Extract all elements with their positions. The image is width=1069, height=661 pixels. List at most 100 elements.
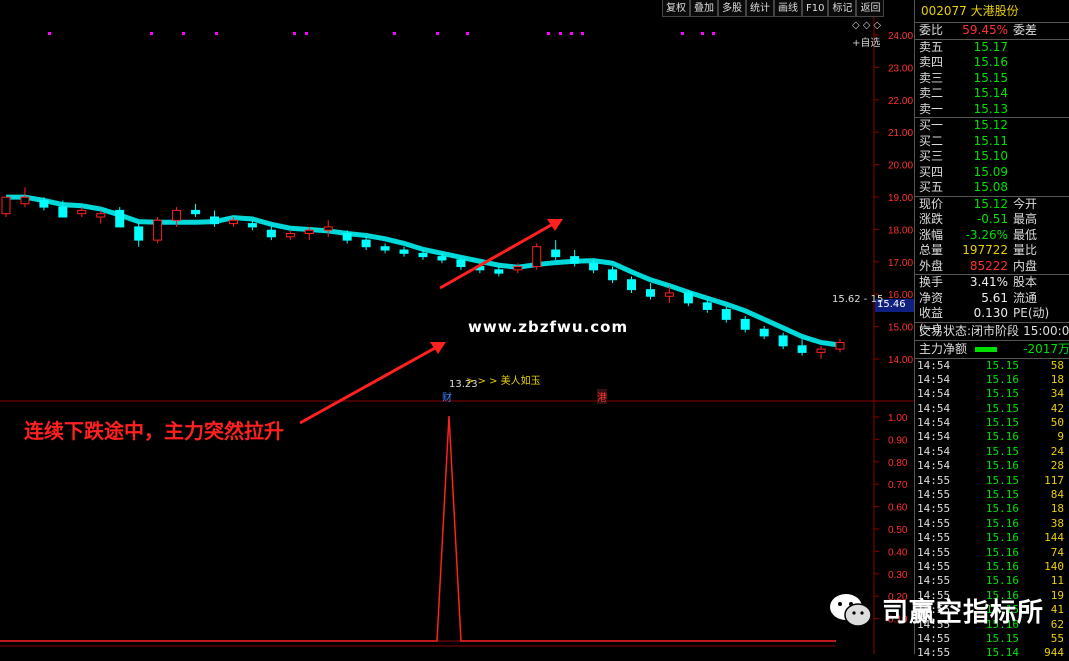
stats-button[interactable]: 统计 <box>746 0 774 17</box>
kline-chart-area[interactable]: 24.00 23.00 22.00 21.00 20.00 19.00 18.00 17.00… <box>0 0 914 654</box>
tick-time: 14:54 <box>917 430 951 444</box>
down-candle <box>551 249 561 258</box>
signal-dot <box>393 32 396 35</box>
down-candle <box>380 246 390 251</box>
f10-button[interactable]: F10 <box>802 0 829 17</box>
price-tick-label: 17.00 <box>888 258 913 269</box>
down-candle <box>58 206 68 218</box>
row-value: -0.51 <box>976 212 1008 226</box>
tick-row: 14:54 15.16 28 <box>915 459 1069 473</box>
multi-stock-button[interactable]: 多股 <box>718 0 746 17</box>
quote-row: 外盘 85222 内盘 <box>915 259 1069 275</box>
weibi-label: 委比 <box>919 23 944 37</box>
tick-volume: 9 <box>1057 430 1064 444</box>
ask-row: 卖二 15.14 <box>915 86 1069 102</box>
tick-volume: 28 <box>1050 459 1064 473</box>
down-candle <box>608 269 618 281</box>
current-price-label: 15.46 <box>877 299 906 310</box>
back-button[interactable]: 返回 <box>856 0 885 17</box>
net-flow-label: 主力净额 <box>919 341 968 356</box>
quote-row: 涨幅 -3.26% 最低 <box>915 228 1069 244</box>
up-candle <box>228 219 238 225</box>
quote-panel: 002077 大港股份 委比 59.45% 委差 卖五 15.17 卖四 15.16 卖… <box>914 0 1069 659</box>
indicator-tick-label: 0.50 <box>888 525 908 536</box>
tick-volume: 74 <box>1050 545 1064 559</box>
down-candle <box>361 239 371 248</box>
quote-row: 涨跌 -0.51 最高 <box>915 212 1069 228</box>
trade-status-time: 15:00:0 <box>1023 323 1069 338</box>
mark-button[interactable]: 标记 <box>828 0 857 17</box>
kline-chart[interactable]: 24.00 23.00 22.00 21.00 20.00 19.00 18.00 17.00… <box>0 0 914 654</box>
signal-dots <box>48 32 715 35</box>
tick-price: 15.16 <box>985 502 1019 516</box>
tick-row: 14:55 15.16 144 <box>915 531 1069 545</box>
row-label-2: PE(动) <box>1013 306 1050 320</box>
row-label: 换手 <box>919 275 944 289</box>
tick-row: 14:55 15.15 55 <box>915 632 1069 646</box>
tick-time: 14:55 <box>917 545 951 559</box>
down-candle <box>418 252 428 258</box>
row-label-2: 今开 <box>1013 196 1038 211</box>
row-label: 收益(一) <box>919 306 944 336</box>
row-value: 15.17 <box>973 39 1008 54</box>
watermark-text: 司赢空指标所 <box>882 597 1045 628</box>
row-label-2: 量比 <box>1013 243 1038 257</box>
ask-row: 卖五 15.17 <box>915 40 1069 56</box>
signal-dot <box>436 32 439 35</box>
down-candle <box>115 209 125 228</box>
wechat-icon <box>830 594 872 627</box>
down-candle <box>797 345 807 353</box>
down-candle <box>39 199 49 208</box>
diamond-icon[interactable]: ◇ <box>863 20 871 31</box>
row-value: 85222 <box>969 258 1008 273</box>
down-candle <box>740 318 750 330</box>
row-label: 买四 <box>919 164 944 179</box>
row-value: 15.16 <box>973 55 1008 69</box>
tick-price: 15.16 <box>985 559 1019 573</box>
price-tick-label: 19.00 <box>888 193 913 204</box>
tick-row: 14:55 15.16 140 <box>915 560 1069 574</box>
row-label: 涨幅 <box>919 227 944 242</box>
add-watchlist-button[interactable]: +自选 <box>852 34 880 49</box>
cai-marker: 财 <box>442 393 452 404</box>
annotation-arrow-1 <box>299 346 436 425</box>
diamond-icon[interactable]: ◇ <box>852 20 860 31</box>
diamond-icon[interactable]: ◇ <box>873 20 881 31</box>
annotation-text: 连续下跌途中，主力突然拉升 <box>24 419 284 443</box>
down-candle <box>247 223 257 228</box>
stock-code: 002077 <box>921 4 967 18</box>
down-candle <box>210 216 219 225</box>
price-axis-ticks: 24.00 23.00 22.00 21.00 20.00 19.00 18.00 17.00… <box>874 31 913 366</box>
draw-line-button[interactable]: 画线 <box>774 0 802 17</box>
up-candle <box>285 233 295 238</box>
overlay-button[interactable]: 叠加 <box>690 0 718 17</box>
up-candle <box>532 246 542 268</box>
tick-row: 14:54 15.15 34 <box>915 387 1069 401</box>
row-label: 买一 <box>919 118 944 132</box>
row-value: 0.130 <box>973 306 1008 320</box>
tick-time: 14:55 <box>917 516 951 530</box>
row-value: 15.12 <box>973 118 1008 132</box>
row-value: 15.14 <box>973 86 1008 100</box>
tick-volume: 38 <box>1050 516 1064 530</box>
tick-price: 15.15 <box>985 444 1019 458</box>
row-value: 15.08 <box>973 180 1008 194</box>
tick-price: 15.16 <box>985 372 1019 386</box>
row-value: 197722 <box>962 243 1008 257</box>
tick-price: 15.15 <box>985 416 1019 430</box>
ask-row: 卖三 15.15 <box>915 71 1069 87</box>
row-value: 15.12 <box>973 196 1008 211</box>
quote-row: 总量 197722 量比 <box>915 243 1069 259</box>
tick-time: 14:54 <box>917 372 951 386</box>
tick-volume: 24 <box>1050 444 1064 458</box>
row-label: 现价 <box>919 196 944 211</box>
row-label-2: 股本 <box>1013 275 1038 289</box>
row-value: 15.15 <box>973 70 1008 85</box>
up-candle <box>1 196 11 215</box>
tick-row: 14:54 15.15 42 <box>915 402 1069 416</box>
bid-row: 买五 15.08 <box>915 180 1069 196</box>
price-tick-label: 20.00 <box>888 161 913 172</box>
tick-time: 14:55 <box>917 631 951 645</box>
fuquan-button[interactable]: 复权 <box>662 0 690 17</box>
signal-dot <box>150 32 153 35</box>
